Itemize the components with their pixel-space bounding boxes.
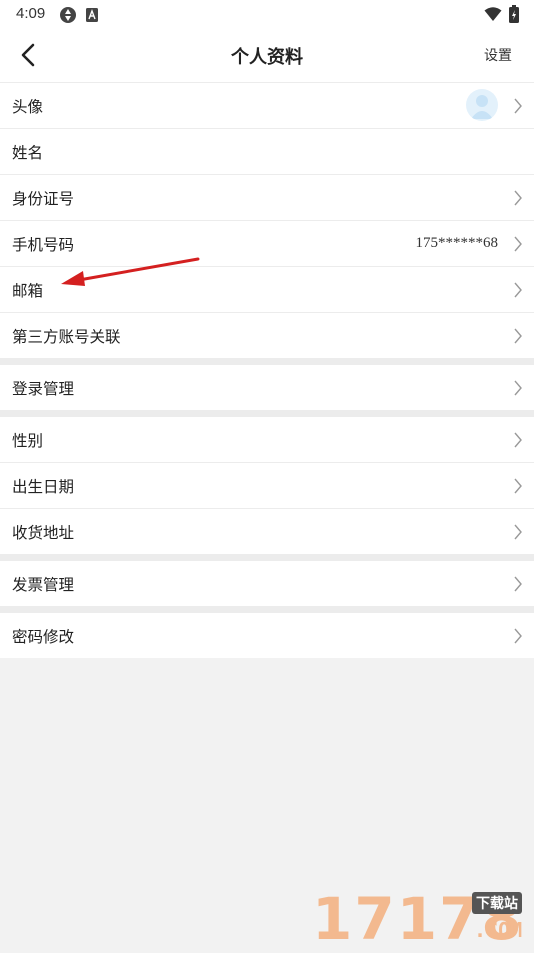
profile-section-password: 密码修改 (0, 613, 534, 658)
row-login-management[interactable]: 登录管理 (0, 365, 534, 410)
chevron-right-icon (514, 328, 522, 344)
row-label: 第三方账号关联 (12, 327, 121, 346)
profile-section-login: 登录管理 (0, 365, 534, 410)
row-id-number[interactable]: 身份证号 (0, 175, 534, 221)
watermark-logo: 17178 下载站 .COM (312, 888, 534, 950)
row-name[interactable]: 姓名 (0, 129, 534, 175)
sync-icon (60, 7, 76, 23)
row-birth-date[interactable]: 出生日期 (0, 463, 534, 509)
profile-section-personal: 性别 出生日期 收货地址 (0, 417, 534, 554)
phone-value: 175******68 (415, 235, 499, 251)
row-label: 登录管理 (12, 379, 75, 398)
row-label: 头像 (12, 97, 44, 116)
avatar (466, 89, 498, 121)
row-change-password[interactable]: 密码修改 (0, 613, 534, 658)
row-third-party-accounts[interactable]: 第三方账号关联 (0, 313, 534, 358)
chevron-right-icon (514, 282, 522, 298)
row-label: 姓名 (12, 143, 44, 162)
section-divider (0, 358, 534, 365)
row-label: 性别 (12, 431, 44, 450)
row-phone[interactable]: 手机号码 175******68 (0, 221, 534, 267)
status-bar: 4:09 (0, 0, 534, 30)
settings-button[interactable]: 设置 (484, 45, 512, 65)
row-label: 密码修改 (12, 627, 75, 646)
chevron-right-icon (514, 478, 522, 494)
row-label: 手机号码 (12, 235, 75, 254)
a-notification-icon (86, 8, 98, 22)
row-label: 收货地址 (12, 523, 75, 542)
row-label: 邮箱 (12, 281, 44, 300)
row-label: 发票管理 (12, 575, 75, 594)
user-avatar-icon (471, 95, 493, 119)
chevron-right-icon (514, 576, 522, 592)
section-divider (0, 410, 534, 417)
section-divider (0, 554, 534, 561)
chevron-right-icon (514, 236, 522, 252)
section-divider (0, 606, 534, 613)
row-label: 出生日期 (12, 477, 75, 496)
row-label: 身份证号 (12, 189, 75, 208)
row-avatar[interactable]: 头像 (0, 83, 534, 129)
profile-section-invoice: 发票管理 (0, 561, 534, 606)
battery-charging-icon (509, 5, 519, 23)
chevron-right-icon (514, 190, 522, 206)
page-title: 个人资料 (231, 47, 303, 68)
chevron-right-icon (514, 628, 522, 644)
chevron-right-icon (514, 380, 522, 396)
watermark-tag: 下载站 (472, 892, 522, 914)
wifi-icon (484, 7, 502, 21)
profile-section-basic: 头像 姓名 身份证号 手机号码 175******68 邮箱 第三方账号关联 (0, 83, 534, 358)
status-time: 4:09 (16, 5, 46, 22)
chevron-right-icon (514, 524, 522, 540)
row-shipping-address[interactable]: 收货地址 (0, 509, 534, 554)
row-gender[interactable]: 性别 (0, 417, 534, 463)
watermark-domain: .COM (474, 918, 523, 942)
chevron-right-icon (514, 98, 522, 114)
row-invoice-management[interactable]: 发票管理 (0, 561, 534, 606)
top-nav-bar: 个人资料 设置 (0, 30, 534, 83)
row-email[interactable]: 邮箱 (0, 267, 534, 313)
chevron-right-icon (514, 432, 522, 448)
